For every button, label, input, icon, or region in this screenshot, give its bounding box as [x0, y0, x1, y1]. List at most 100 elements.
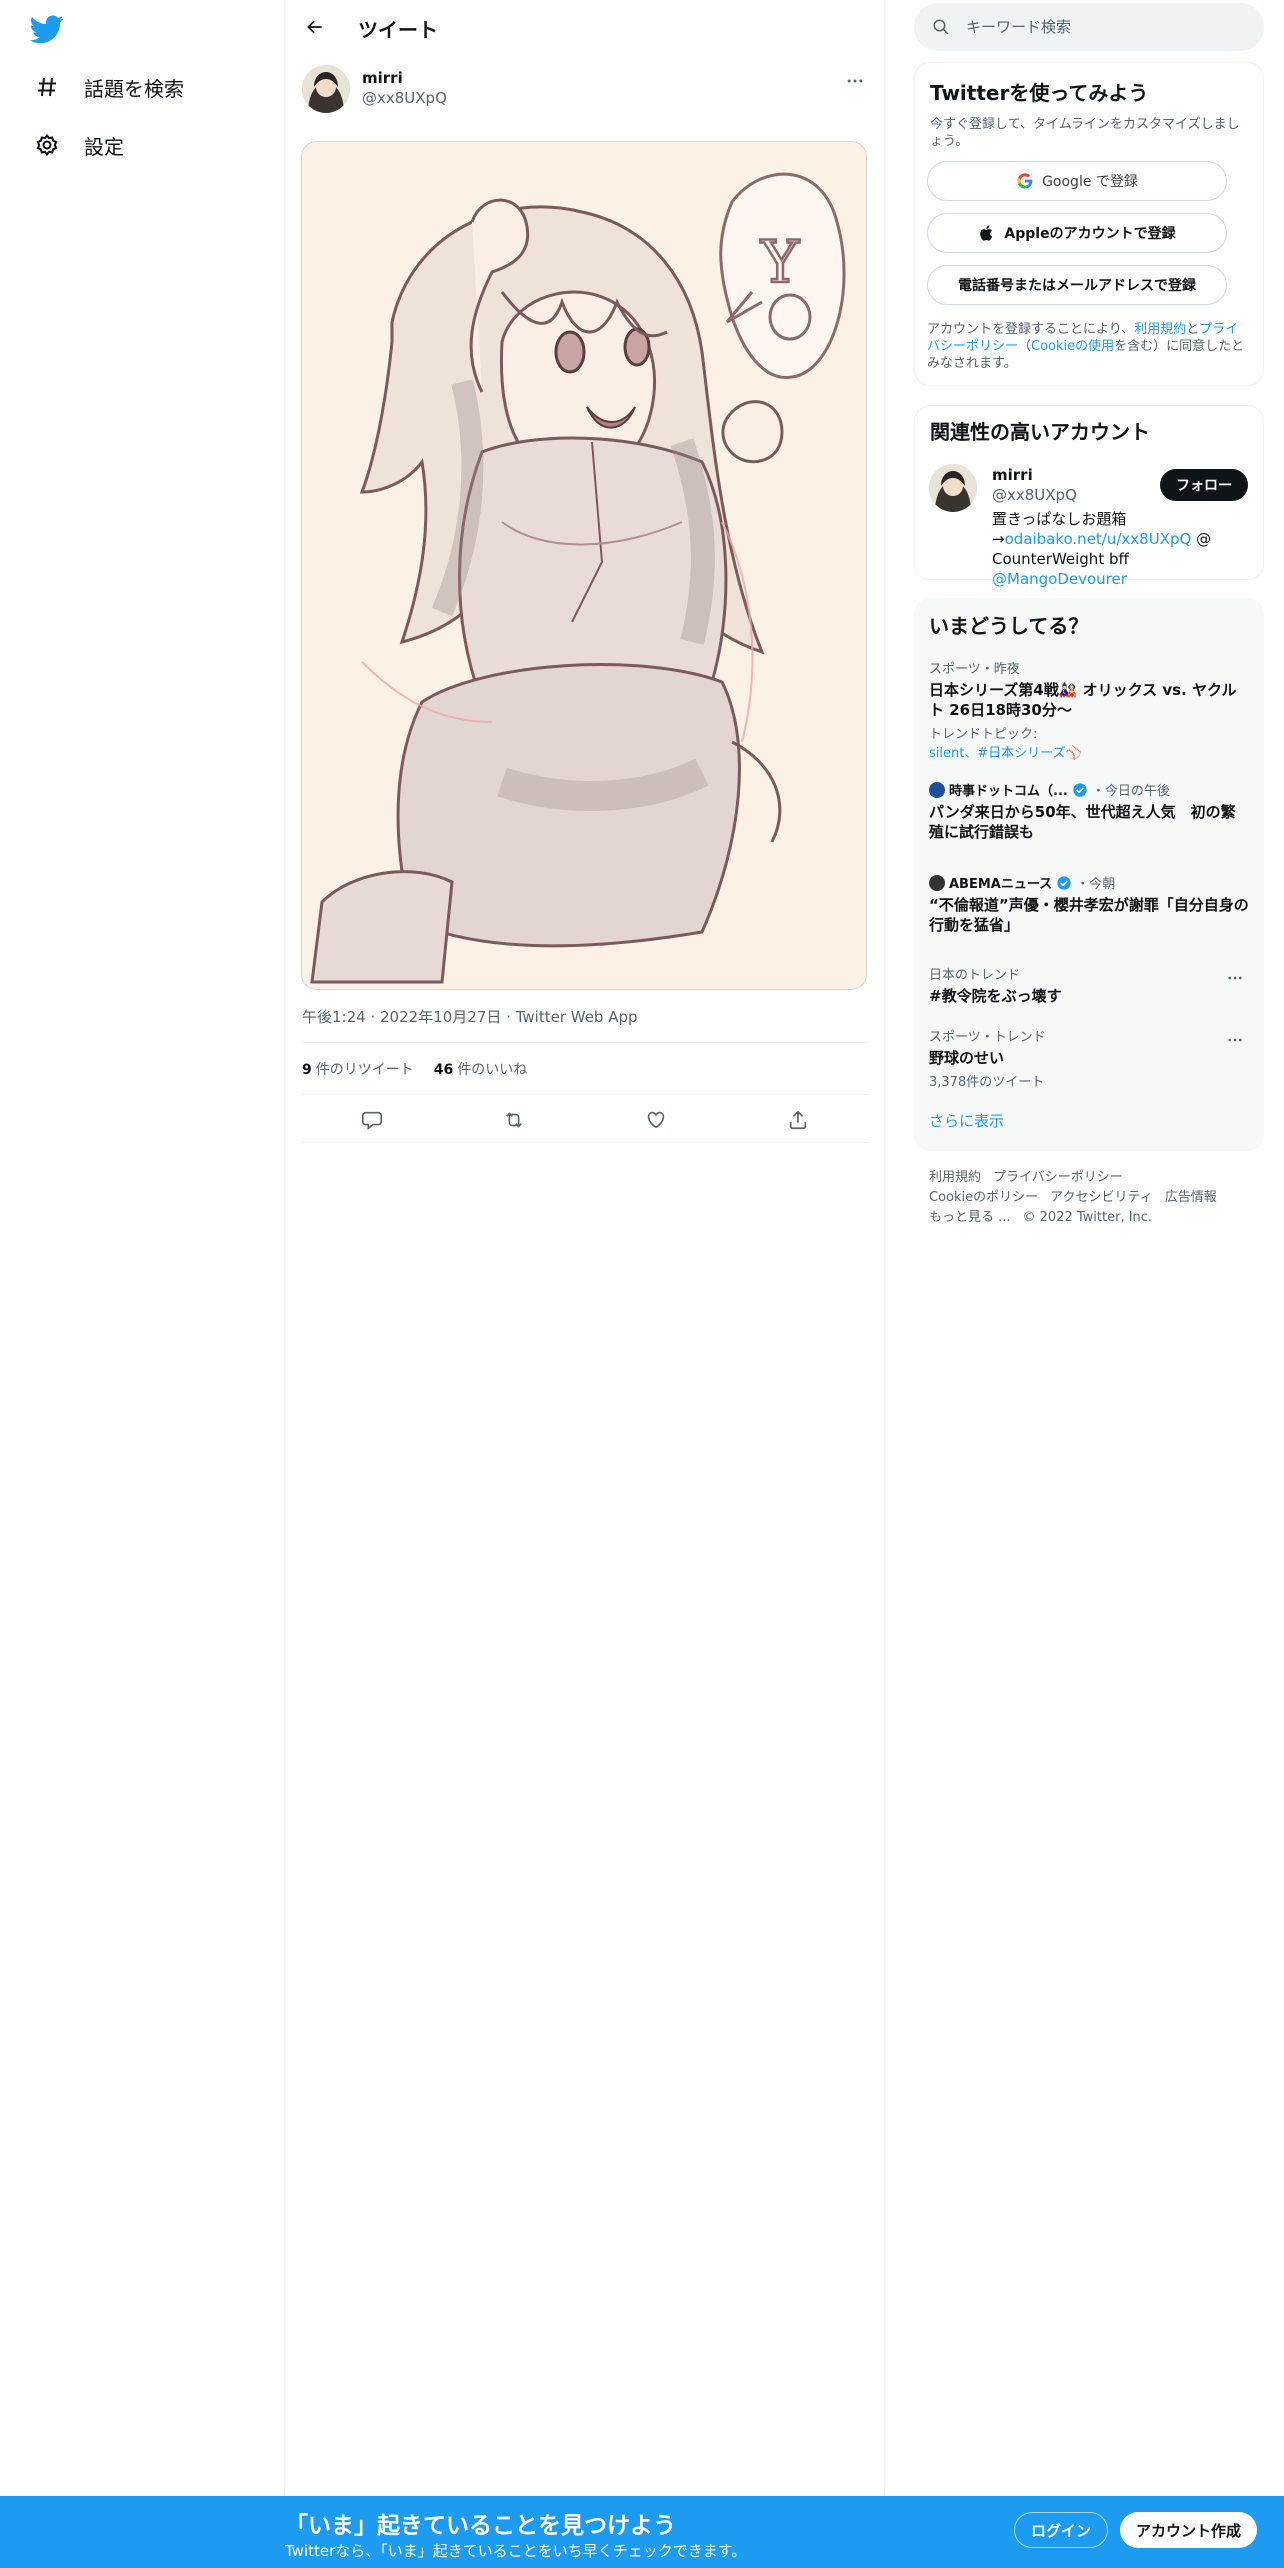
retweets-count: 9 — [302, 1062, 312, 1078]
google-signup-label: Google で登録 — [1042, 174, 1138, 190]
footer-terms[interactable]: 利用規約 — [929, 1170, 981, 1185]
share-icon — [789, 1110, 807, 1130]
author-name[interactable]: mirri — [362, 69, 403, 87]
tweet-source[interactable]: Twitter Web App — [516, 1008, 638, 1026]
twitter-logo-icon[interactable] — [29, 12, 64, 46]
likes-label: 件のいいね — [457, 1062, 528, 1078]
signup-title: Twitterを使ってみよう — [930, 81, 1149, 105]
footer-more[interactable]: もっと見る ... — [929, 1210, 1011, 1225]
heart-icon — [647, 1111, 665, 1129]
banner-subtitle: Twitterなら、「いま」起きていることをいち早くチェックできます。 — [285, 2542, 747, 2560]
left-nav: 話題を検索 設定 — [0, 0, 285, 2568]
more-options-button[interactable] — [838, 64, 872, 98]
trend-context: 日本のトレンド — [929, 968, 1021, 983]
news-source: 時事ドットコム（... ・今日の午後 — [929, 780, 1249, 799]
retweet-button[interactable] — [495, 1101, 533, 1139]
show-more-link[interactable]: さらに表示 — [929, 1110, 1004, 1131]
trend-name: 野球のせい — [929, 1049, 1005, 1067]
divider — [301, 1042, 869, 1043]
signup-banner: 「いま」起きていることを見つけよう Twitterなら、「いま」起きていることを… — [0, 2496, 1284, 2568]
search-icon — [933, 19, 949, 35]
trend-more-button[interactable] — [1221, 1026, 1249, 1054]
page-title: ツイート — [358, 18, 438, 42]
trend-topic-links[interactable]: silent、#日本シリーズ⚾ — [929, 742, 1249, 761]
footer-ads[interactable]: 広告情報 — [1165, 1190, 1217, 1205]
reply-button[interactable] — [353, 1101, 391, 1139]
abema-logo-icon — [929, 874, 945, 891]
trend-more-button[interactable] — [1221, 964, 1249, 992]
footer-accessibility[interactable]: アクセシビリティ — [1050, 1190, 1153, 1205]
nav-settings[interactable]: 設定 — [22, 120, 136, 170]
related-avatar[interactable] — [929, 464, 977, 512]
follow-button[interactable]: フォロー — [1160, 469, 1248, 501]
nav-explore[interactable]: 話題を検索 — [22, 62, 196, 112]
banner-title: 「いま」起きていることを見つけよう — [285, 2513, 676, 2539]
phone-signup-button[interactable]: 電話番号またはメールアドレスで登録 — [927, 265, 1227, 305]
trends-card: いまどうしてる？ スポーツ・昨夜 日本シリーズ第4戦🎎 オリックス vs. ヤク… — [914, 598, 1264, 1151]
back-button[interactable] — [295, 7, 335, 47]
related-bio: 置きっぱなしお題箱 →odaibako.net/u/xx8UXpQ @ Coun… — [992, 510, 1212, 588]
retweet-icon — [506, 1112, 522, 1128]
nav-explore-label: 話題を検索 — [84, 76, 184, 101]
tweet-time[interactable]: 午後1:24 — [302, 1008, 366, 1026]
sketch-illustration: Y — [302, 142, 866, 989]
trend-context: スポーツ・トレンド — [929, 1030, 1046, 1045]
tweet-date[interactable]: 2022年10月27日 — [380, 1008, 501, 1026]
footer-cookie[interactable]: Cookieのポリシー — [929, 1190, 1038, 1205]
google-signup-button[interactable]: Google で登録 — [927, 161, 1227, 201]
tweet-actions — [301, 1098, 869, 1142]
news-source: ABEMAニュース ・今朝 — [929, 873, 1249, 892]
terms-link[interactable]: 利用規約 — [1134, 322, 1186, 337]
main-header: ツイート — [285, 0, 885, 54]
search-box[interactable] — [914, 3, 1264, 51]
trend-name: #教令院をぶっ壊す — [929, 987, 1062, 1005]
likes-stat[interactable]: 46 件のいいね — [434, 1059, 527, 1079]
related-accounts-card: 関連性の高いアカウント mirri @xx8UXpQ フォロー 置きっぱなしお題… — [914, 405, 1264, 588]
share-button[interactable] — [779, 1101, 817, 1139]
apple-signup-label: Appleのアカウントで登録 — [1004, 226, 1176, 242]
back-arrow-icon — [307, 20, 322, 34]
related-handle[interactable]: @xx8UXpQ — [992, 486, 1077, 504]
trend-topic: トレンドトピック: silent、#日本シリーズ⚾ — [929, 723, 1249, 761]
news-item[interactable]: ABEMAニュース ・今朝 “不倫報道”声優・櫻井孝宏が謝罪「自分自身の行動を猛… — [929, 873, 1249, 935]
trend-item[interactable]: スポーツ・昨夜 日本シリーズ第4戦🎎 オリックス vs. ヤクルト 26日18時… — [929, 658, 1249, 761]
cookie-link[interactable]: Cookieの使用 — [1031, 339, 1114, 354]
divider — [301, 1142, 869, 1143]
trend-context: スポーツ・昨夜 — [929, 662, 1020, 677]
author-handle[interactable]: @xx8UXpQ — [362, 89, 447, 107]
more-dots-icon — [1228, 976, 1242, 980]
signup-subtitle: 今すぐ登録して、タイムラインをカスタマイズしましょう。 — [930, 117, 1240, 149]
verified-badge-icon — [1072, 782, 1088, 798]
likes-count: 46 — [433, 1062, 454, 1078]
news-item[interactable]: 時事ドットコム（... ・今日の午後 パンダ来日から50年、世代超え人気 初の繁… — [929, 780, 1249, 842]
related-name[interactable]: mirri — [992, 466, 1033, 484]
hashtag-icon — [34, 74, 60, 100]
more-dots-icon — [1228, 1038, 1242, 1042]
tweet-stats: 9 件のリツイート 46 件のいいね — [302, 1059, 527, 1079]
trends-title: いまどうしてる？ — [929, 614, 1089, 638]
tweet-image[interactable]: Y — [301, 141, 867, 990]
footer-privacy[interactable]: プライバシーポリシー — [993, 1170, 1123, 1185]
reply-icon — [362, 1111, 382, 1130]
like-button[interactable] — [637, 1101, 675, 1139]
jiji-logo-icon — [929, 781, 945, 798]
signup-terms: アカウントを登録することにより、利用規約とプライバシーポリシー（Cookieの使… — [927, 322, 1245, 371]
gear-icon — [34, 132, 60, 158]
trend-name: 日本シリーズ第4戦🎎 オリックス vs. ヤクルト 26日18時30分〜 — [929, 681, 1237, 719]
retweets-stat[interactable]: 9 件のリツイート — [302, 1059, 414, 1079]
login-button[interactable]: ログイン — [1014, 2512, 1109, 2548]
nav-settings-label: 設定 — [84, 134, 124, 159]
apple-icon — [978, 224, 996, 242]
trend-item[interactable]: スポーツ・トレンド 野球のせい 3,378件のツイート — [929, 1026, 1249, 1090]
phone-signup-label: 電話番号またはメールアドレスで登録 — [958, 278, 1196, 294]
author-avatar[interactable] — [302, 65, 350, 113]
news-headline: パンダ来日から50年、世代超え人気 初の繁殖に試行錯誤も — [929, 803, 1236, 841]
tweet-timestamp: 午後1:24 · 2022年10月27日 · Twitter Web App — [302, 1008, 638, 1026]
bio-mention[interactable]: @MangoDevourer — [992, 570, 1127, 588]
search-input[interactable] — [966, 18, 1246, 36]
create-account-button[interactable]: アカウント作成 — [1120, 2512, 1258, 2548]
trend-item[interactable]: 日本のトレンド #教令院をぶっ壊す — [929, 964, 1249, 1006]
bio-link[interactable]: odaibako.net/u/xx8UXpQ — [1005, 530, 1192, 548]
verified-badge-icon — [1056, 875, 1072, 891]
apple-signup-button[interactable]: Appleのアカウントで登録 — [927, 213, 1227, 253]
